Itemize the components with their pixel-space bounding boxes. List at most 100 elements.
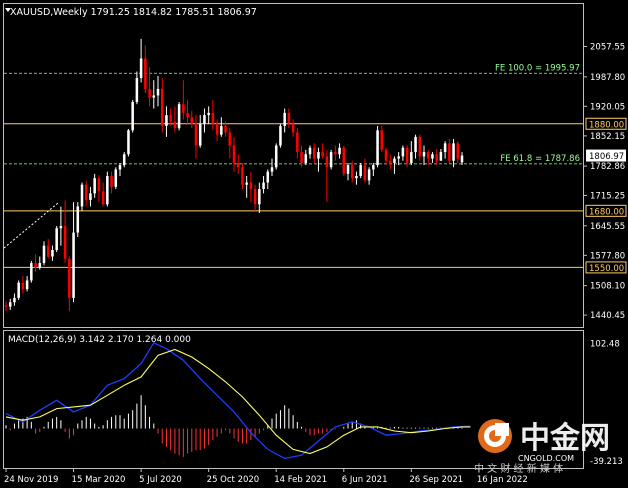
candle-body (426, 152, 430, 159)
candle-body (139, 58, 143, 79)
candle-body (329, 152, 333, 168)
candle-body (144, 58, 147, 89)
candle-body (21, 282, 25, 290)
candle-body (211, 112, 215, 124)
main-panel-frame (3, 3, 584, 328)
candle-body (101, 191, 105, 205)
candle-body (443, 143, 447, 153)
candle-body (274, 145, 278, 168)
candle-body (367, 169, 371, 181)
candle-body (203, 115, 206, 124)
candle-body (8, 302, 12, 307)
candle-body (135, 78, 139, 102)
candle-body (456, 143, 460, 159)
candle-body (439, 152, 443, 161)
time-tick-label: 25 Oct 2020 (207, 475, 260, 485)
candle-body (312, 147, 316, 159)
level-label: 1680.00 (589, 207, 624, 217)
candle-body (215, 123, 219, 135)
candle-body (388, 160, 392, 163)
price-tick-label: 1852.15 (590, 132, 625, 142)
macd-histogram (5, 395, 463, 457)
fibonacci-label: FE 100.0 = 1995.97 (495, 63, 580, 73)
candle-body (296, 132, 299, 153)
watermark-domain: CNGOLD.COM (518, 454, 574, 463)
candle-body (279, 125, 282, 146)
candle-body (114, 169, 118, 187)
candle-body (59, 226, 63, 229)
candle-body (177, 104, 181, 129)
price-tick-label: 1987.80 (590, 73, 625, 83)
candle-body (376, 130, 379, 166)
candle-body (245, 182, 248, 185)
candle-body (127, 130, 130, 155)
candle-body (431, 154, 434, 159)
candle-body (460, 155, 464, 163)
candle-body (106, 176, 109, 205)
macd-title: MACD(12,26,9) 3.142 2.170 1.264 0.000 (8, 335, 191, 345)
candle-body (194, 123, 198, 146)
candle-body (241, 167, 244, 185)
candle-body (30, 263, 33, 281)
candle-body (160, 88, 164, 126)
candle-body (80, 184, 84, 207)
candle-body (131, 102, 134, 131)
watermark-slogan: 中 文 财 经 新 媒 体 (474, 462, 563, 475)
time-tick-label: 6 Jun 2021 (342, 475, 388, 485)
price-axis: 2057.55 1987.80 1920.05 1852.15 1782.86 1715.… (584, 42, 625, 321)
candle-body (300, 152, 303, 163)
candle-body (110, 176, 113, 187)
candle-body (76, 206, 80, 233)
fibonacci-label: FE 61.8 = 1787.86 (500, 154, 580, 164)
candle-body (198, 123, 202, 146)
candle-body (84, 184, 88, 200)
candle-body (363, 165, 367, 181)
candle-body (397, 156, 400, 159)
candle-body (359, 165, 362, 176)
candle-body (405, 147, 409, 163)
time-tick-label: 24 Nov 2019 (4, 475, 58, 485)
level-label: 1880.00 (589, 120, 624, 130)
time-tick-label: 14 Feb 2021 (274, 475, 327, 485)
macd-tick-label: -39.213 (590, 457, 623, 467)
candle-body (169, 115, 172, 122)
price-tick-label: 1715.25 (590, 191, 625, 201)
candle-body (262, 182, 265, 190)
candle-body (287, 112, 291, 124)
candle-body (410, 152, 413, 163)
candle-body (148, 88, 151, 98)
candle-body (380, 130, 384, 150)
time-tick-label: 5 Jul 2020 (139, 475, 182, 485)
candle-body (207, 112, 210, 116)
candle-body (232, 145, 236, 163)
candle-body (308, 147, 312, 155)
candle-body (55, 228, 58, 250)
candle-body (190, 117, 194, 124)
price-tick-label: 1645.55 (590, 222, 625, 232)
macd-tick-label: 102.48 (590, 339, 620, 349)
candle-body (249, 182, 253, 190)
time-tick-label: 15 Mar 2020 (72, 475, 126, 485)
current-price-label: 1806.97 (586, 149, 626, 162)
candle-body (236, 162, 240, 168)
candle-body (220, 125, 223, 135)
candle-body (63, 226, 67, 259)
candle-body (156, 88, 160, 96)
candle-body (4, 305, 8, 307)
candle-body (418, 136, 422, 157)
candle-body (186, 112, 189, 118)
trading-chart: FE 100.0 = 1995.97 FE 61.8 = 1787.86 2057… (3, 3, 627, 485)
price-tick-label: 1440.45 (590, 311, 625, 321)
candle-body (68, 258, 71, 298)
candle-body (384, 149, 388, 161)
candle-body (25, 280, 29, 290)
candle-body (228, 132, 232, 146)
candle-body (321, 152, 324, 157)
candle-body (122, 154, 126, 166)
fibonacci-lines: FE 100.0 = 1995.97 FE 61.8 = 1787.86 (4, 63, 583, 165)
candle-body (452, 143, 455, 161)
candle-body (393, 158, 396, 163)
candle-body (173, 121, 177, 129)
candle-body (270, 167, 274, 172)
candle-body (283, 112, 286, 126)
